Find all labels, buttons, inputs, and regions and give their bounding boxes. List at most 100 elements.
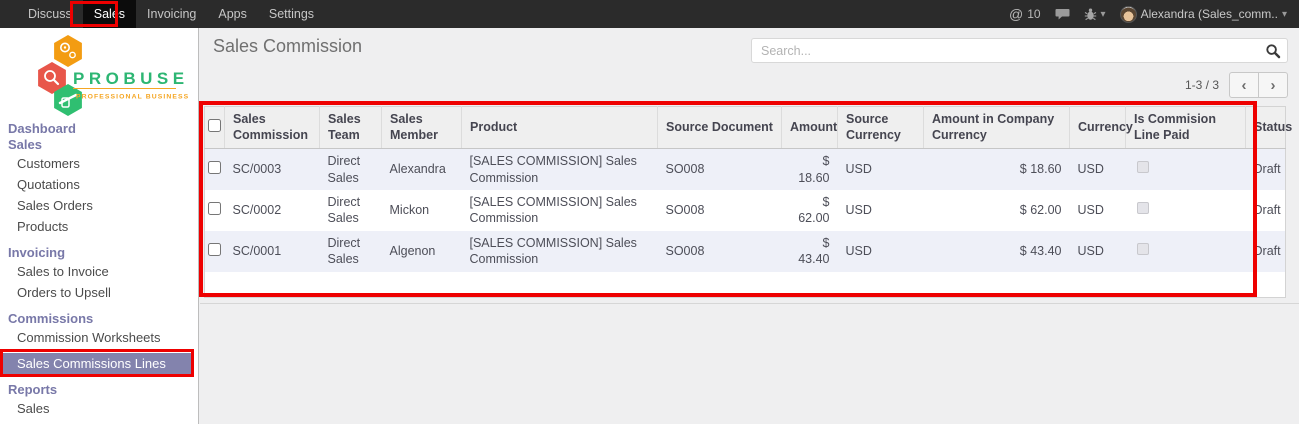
- cell-member: Mickon: [382, 190, 462, 231]
- cell-product: [SALES COMMISSION] Sales Commission: [462, 190, 658, 231]
- sidebar: PROBUSE PROFESSIONAL BUSINESS Dashboard …: [0, 28, 199, 424]
- commission-table: Sales Commission Sales Team Sales Member…: [204, 106, 1286, 298]
- cell-is-paid: [1126, 149, 1246, 190]
- select-all-header: [205, 107, 225, 149]
- col-source-currency[interactable]: Source Currency: [838, 107, 924, 149]
- nav-item-discuss[interactable]: Discuss: [17, 0, 83, 28]
- cell-currency: USD: [1070, 231, 1126, 272]
- nav-item-invoicing[interactable]: Invoicing: [136, 0, 207, 28]
- col-currency[interactable]: Currency: [1070, 107, 1126, 149]
- activities-menu[interactable]: @ 10: [1009, 6, 1041, 22]
- select-all-checkbox[interactable]: [208, 119, 221, 132]
- paid-checkbox: [1137, 243, 1149, 255]
- at-icon: @: [1009, 6, 1023, 22]
- cell-commission: SC/0003: [225, 149, 320, 190]
- sidebar-section-sales[interactable]: Sales: [0, 137, 198, 153]
- table-row[interactable]: SC/0003 Direct Sales Alexandra [SALES CO…: [205, 149, 1286, 190]
- col-sales-commission[interactable]: Sales Commission: [225, 107, 320, 149]
- debug-menu[interactable]: ▾: [1084, 7, 1106, 21]
- search-input[interactable]: [752, 39, 1265, 62]
- bug-icon: [1084, 7, 1097, 21]
- sidebar-item-dashboard[interactable]: Dashboard: [0, 121, 198, 137]
- sidebar-item-sales-to-invoice[interactable]: Sales to Invoice: [0, 261, 198, 282]
- table-row[interactable]: SC/0002 Direct Sales Mickon [SALES COMMI…: [205, 190, 1286, 231]
- col-product[interactable]: Product: [462, 107, 658, 149]
- cell-currency: USD: [1070, 190, 1126, 231]
- col-sales-team[interactable]: Sales Team: [320, 107, 382, 149]
- activities-count: 10: [1027, 7, 1040, 21]
- cell-status: Draft: [1246, 190, 1286, 231]
- nav-item-apps[interactable]: Apps: [207, 0, 258, 28]
- empty-row: [205, 272, 1286, 298]
- col-source-document[interactable]: Source Document: [658, 107, 782, 149]
- sidebar-item-sales-commissions-lines[interactable]: Sales Commissions Lines: [0, 353, 191, 374]
- nav-item-sales[interactable]: Sales: [83, 0, 136, 28]
- cell-is-paid: [1126, 231, 1246, 272]
- pager-prev-button[interactable]: ‹: [1229, 72, 1259, 98]
- table-header-row: Sales Commission Sales Team Sales Member…: [205, 107, 1286, 149]
- paid-checkbox: [1137, 202, 1149, 214]
- sidebar-item-products[interactable]: Products: [0, 216, 198, 237]
- content-divider: [200, 303, 1299, 304]
- user-menu[interactable]: Alexandra (Sales_comm.. ▾: [1120, 6, 1287, 23]
- cell-status: Draft: [1246, 149, 1286, 190]
- debug-caret-icon: ▾: [1101, 9, 1106, 20]
- cell-product: [SALES COMMISSION] Sales Commission: [462, 231, 658, 272]
- cell-commission: SC/0001: [225, 231, 320, 272]
- sidebar-section-reports[interactable]: Reports: [0, 382, 198, 398]
- search-box: [751, 38, 1288, 63]
- cell-status: Draft: [1246, 231, 1286, 272]
- cell-amount-company: $ 43.40: [924, 231, 1070, 272]
- company-logo: PROBUSE PROFESSIONAL BUSINESS: [0, 28, 199, 116]
- cell-source: SO008: [658, 149, 782, 190]
- cell-source: SO008: [658, 231, 782, 272]
- sidebar-section-commissions[interactable]: Commissions: [0, 311, 198, 327]
- logo-text: PROBUSE: [73, 69, 188, 88]
- col-status[interactable]: Status: [1246, 107, 1286, 149]
- row-select-checkbox[interactable]: [208, 202, 221, 215]
- row-select-checkbox[interactable]: [208, 243, 221, 256]
- main-content: Sales Commission 1-3 / 3 ‹ ›: [200, 28, 1299, 424]
- cell-member: Algenon: [382, 231, 462, 272]
- cell-product: [SALES COMMISSION] Sales Commission: [462, 149, 658, 190]
- sidebar-item-reports-sales[interactable]: Sales: [0, 398, 198, 419]
- pager-range[interactable]: 1-3 / 3: [1185, 78, 1219, 92]
- logo-tagline: PROFESSIONAL BUSINESS: [76, 94, 188, 101]
- sidebar-item-orders-to-upsell[interactable]: Orders to Upsell: [0, 282, 198, 303]
- cell-amount-company: $ 62.00: [924, 190, 1070, 231]
- sidebar-section-invoicing[interactable]: Invoicing: [0, 245, 198, 261]
- nav-item-settings[interactable]: Settings: [258, 0, 325, 28]
- cell-amount: $ 43.40: [782, 231, 838, 272]
- cell-source-currency: USD: [838, 231, 924, 272]
- pager-next-button[interactable]: ›: [1258, 72, 1288, 98]
- sidebar-item-sales-orders[interactable]: Sales Orders: [0, 195, 198, 216]
- pager: 1-3 / 3 ‹ ›: [1185, 72, 1288, 98]
- col-amount[interactable]: Amount: [782, 107, 838, 149]
- sidebar-item-customers[interactable]: Customers: [0, 153, 198, 174]
- col-is-paid[interactable]: Is Commision Line Paid: [1126, 107, 1246, 149]
- cell-is-paid: [1126, 190, 1246, 231]
- user-caret-icon: ▾: [1282, 9, 1287, 20]
- cell-source: SO008: [658, 190, 782, 231]
- paid-checkbox: [1137, 161, 1149, 173]
- chat-bubble-icon: [1055, 8, 1070, 21]
- sidebar-item-quotations[interactable]: Quotations: [0, 174, 198, 195]
- app-menu: Discuss Sales Invoicing Apps Settings: [0, 0, 325, 28]
- top-navbar: Discuss Sales Invoicing Apps Settings @ …: [0, 0, 1299, 28]
- cell-amount: $ 18.60: [782, 149, 838, 190]
- cell-commission: SC/0002: [225, 190, 320, 231]
- col-sales-member[interactable]: Sales Member: [382, 107, 462, 149]
- cell-member: Alexandra: [382, 149, 462, 190]
- cell-team: Direct Sales: [320, 231, 382, 272]
- row-select-checkbox[interactable]: [208, 161, 221, 174]
- user-name: Alexandra (Sales_comm..: [1141, 7, 1278, 21]
- table-row[interactable]: SC/0001 Direct Sales Algenon [SALES COMM…: [205, 231, 1286, 272]
- cell-source-currency: USD: [838, 149, 924, 190]
- sidebar-item-commission-worksheets[interactable]: Commission Worksheets: [0, 327, 198, 348]
- sidebar-menu: Dashboard Sales Customers Quotations Sal…: [0, 116, 198, 419]
- messages-menu[interactable]: [1055, 8, 1070, 21]
- cell-source-currency: USD: [838, 190, 924, 231]
- search-icon[interactable]: [1265, 43, 1287, 59]
- col-amount-company-currency[interactable]: Amount in Company Currency: [924, 107, 1070, 149]
- cell-team: Direct Sales: [320, 149, 382, 190]
